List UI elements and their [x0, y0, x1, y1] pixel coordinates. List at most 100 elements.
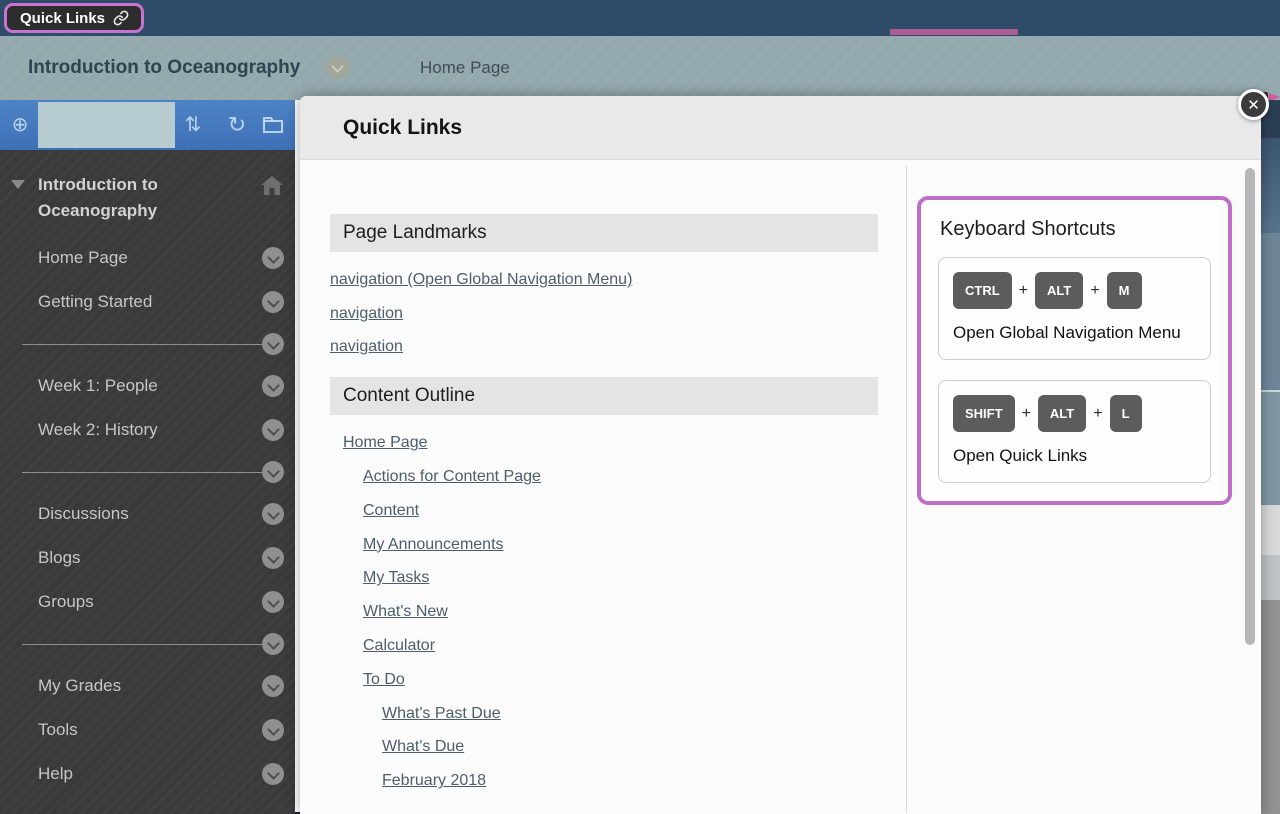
list-item: What's Due: [330, 737, 906, 757]
collapse-caret-icon[interactable]: [11, 180, 25, 189]
divider-menu-chevron-icon[interactable]: [262, 333, 284, 355]
keycap: ALT: [1038, 395, 1086, 432]
item-menu-chevron-icon[interactable]: [262, 247, 284, 269]
keycap: CTRL: [953, 272, 1012, 309]
list-item: Calculator: [330, 636, 906, 656]
sidebar-item-week-2-history[interactable]: Week 2: History: [0, 408, 295, 452]
shortcut-card: CTRL + ALT + M Open Global Navigation Me…: [938, 257, 1211, 360]
quick-links-label: Quick Links: [20, 10, 105, 27]
outline-link[interactable]: My Tasks: [363, 569, 429, 586]
outline-link[interactable]: Calculator: [363, 637, 435, 654]
sidebar-item-home-page[interactable]: Home Page: [0, 236, 295, 280]
top-navigation-bar: Quick Links: [0, 0, 1280, 36]
list-item: Actions for Content Page: [330, 467, 906, 487]
course-menu-sidebar: ⊕ ⇅ ↻ Introduction to Oceanography Home …: [0, 100, 295, 814]
outline-link[interactable]: February 2018: [382, 772, 486, 789]
modal-title: Quick Links: [300, 96, 1261, 160]
shortcut-card: SHIFT + ALT + L Open Quick Links: [938, 380, 1211, 483]
list-item: My Announcements: [330, 535, 906, 555]
course-menu-toolbar: ⊕ ⇅ ↻: [0, 100, 295, 150]
modal-scrollbar-thumb[interactable]: [1245, 168, 1255, 645]
list-item: Home Page: [330, 433, 906, 453]
sidebar-course-title: Introduction to Oceanography: [38, 172, 247, 224]
item-menu-chevron-icon[interactable]: [262, 763, 284, 785]
modal-body: Page Landmarks navigation (Open Global N…: [300, 160, 1261, 813]
list-item: navigation (Open Global Navigation Menu): [330, 270, 906, 290]
quick-links-button[interactable]: Quick Links: [4, 3, 144, 33]
list-item: To Do: [330, 670, 906, 690]
content-outline-list: Home Page Actions for Content Page Conte…: [330, 433, 906, 791]
item-menu-chevron-icon[interactable]: [262, 675, 284, 697]
landmark-link[interactable]: navigation (Open Global Navigation Menu): [330, 271, 632, 288]
add-content-icon[interactable]: ⊕: [6, 100, 34, 150]
keycap: ALT: [1035, 272, 1083, 309]
keys-row: CTRL + ALT + M: [953, 272, 1196, 309]
outline-link[interactable]: Content: [363, 502, 419, 519]
course-menu-chevron-icon[interactable]: [326, 56, 349, 79]
sidebar-item-blogs[interactable]: Blogs: [0, 536, 295, 580]
quick-links-modal: Quick Links Page Landmarks navigation (O…: [300, 96, 1261, 814]
list-item: Content: [330, 501, 906, 521]
outline-link[interactable]: What's New: [363, 603, 448, 620]
plus-separator: +: [1019, 282, 1028, 300]
outline-link[interactable]: Home Page: [343, 434, 428, 451]
course-title: Introduction to Oceanography: [28, 36, 300, 100]
breadcrumb: Home Page: [420, 36, 510, 100]
outline-link[interactable]: To Do: [363, 671, 405, 688]
course-header: Introduction to Oceanography Home Page: [0, 36, 1280, 100]
keycap: M: [1107, 272, 1142, 309]
outline-link[interactable]: Actions for Content Page: [363, 468, 541, 485]
close-icon[interactable]: ✕: [1238, 89, 1269, 120]
course-menu: Introduction to Oceanography Home Page G…: [0, 150, 295, 796]
plus-separator: +: [1093, 405, 1102, 423]
menu-divider: [0, 452, 295, 492]
modal-right-column: Keyboard Shortcuts CTRL + ALT + M Open G…: [917, 196, 1232, 505]
outline-link[interactable]: My Announcements: [363, 536, 504, 553]
column-divider: [906, 166, 907, 813]
item-menu-chevron-icon[interactable]: [262, 419, 284, 441]
menu-divider: [0, 624, 295, 664]
list-item: February 2018: [330, 771, 906, 791]
chain-link-icon: [113, 10, 129, 26]
active-tab-indicator: [890, 29, 1018, 35]
divider-menu-chevron-icon[interactable]: [262, 461, 284, 483]
sidebar-item-my-grades[interactable]: My Grades: [0, 664, 295, 708]
shortcut-description: Open Global Navigation Menu: [953, 320, 1196, 345]
page-background-sliver: [1261, 100, 1280, 814]
outline-link[interactable]: What's Past Due: [382, 705, 501, 722]
keycap: SHIFT: [953, 395, 1015, 432]
item-menu-chevron-icon[interactable]: [262, 591, 284, 613]
plus-separator: +: [1090, 282, 1099, 300]
screen: Quick Links Introduction to Oceanography…: [0, 0, 1280, 814]
outline-link[interactable]: What's Due: [382, 738, 464, 755]
landmark-link[interactable]: navigation: [330, 338, 403, 355]
keys-row: SHIFT + ALT + L: [953, 395, 1196, 432]
page-landmarks-list: navigation (Open Global Navigation Menu)…: [330, 270, 906, 357]
list-item: navigation: [330, 337, 906, 357]
refresh-menu-icon[interactable]: ↻: [222, 100, 252, 150]
landmark-link[interactable]: navigation: [330, 305, 403, 322]
item-menu-chevron-icon[interactable]: [262, 719, 284, 741]
shortcut-description: Open Quick Links: [953, 443, 1196, 468]
item-menu-chevron-icon[interactable]: [262, 547, 284, 569]
keyboard-shortcuts-heading: Keyboard Shortcuts: [940, 218, 1211, 241]
home-icon: [260, 174, 284, 196]
sidebar-item-help[interactable]: Help: [0, 752, 295, 796]
folder-view-icon[interactable]: [262, 115, 284, 135]
course-menu-title-row[interactable]: Introduction to Oceanography: [0, 164, 295, 236]
list-item: What's New: [330, 602, 906, 622]
menu-view-toggle[interactable]: [38, 102, 175, 148]
sidebar-item-groups[interactable]: Groups: [0, 580, 295, 624]
item-menu-chevron-icon[interactable]: [262, 375, 284, 397]
modal-left-column: Page Landmarks navigation (Open Global N…: [330, 160, 906, 805]
divider-menu-chevron-icon[interactable]: [262, 633, 284, 655]
item-menu-chevron-icon[interactable]: [262, 291, 284, 313]
page-landmarks-heading: Page Landmarks: [330, 214, 878, 252]
sidebar-item-tools[interactable]: Tools: [0, 708, 295, 752]
keycap: L: [1110, 395, 1142, 432]
sidebar-item-getting-started[interactable]: Getting Started: [0, 280, 295, 324]
item-menu-chevron-icon[interactable]: [262, 503, 284, 525]
sidebar-item-discussions[interactable]: Discussions: [0, 492, 295, 536]
sidebar-item-week-1-people[interactable]: Week 1: People: [0, 364, 295, 408]
sort-menu-icon[interactable]: ⇅: [178, 100, 208, 150]
